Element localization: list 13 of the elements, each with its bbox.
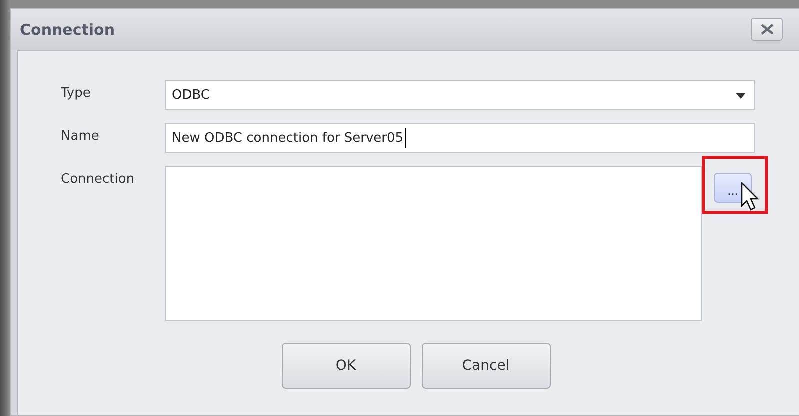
field-label: Type (61, 85, 92, 103)
cancel-button[interactable]: Cancel (422, 343, 550, 389)
close-icon (760, 24, 774, 35)
window-title: Connection (20, 20, 116, 38)
name-field[interactable]: New ODBC connection for Server05 (165, 123, 755, 153)
field-label: Connection (61, 171, 136, 189)
field-label: Name (61, 128, 100, 146)
ok-button[interactable]: OK (282, 343, 410, 389)
close-button[interactable] (751, 18, 783, 41)
type-dropdown[interactable]: ODBC (165, 80, 755, 110)
dropdown-arrow-icon (736, 93, 746, 99)
connection-field[interactable] (165, 166, 702, 321)
mouse-pointer-icon (741, 182, 761, 212)
